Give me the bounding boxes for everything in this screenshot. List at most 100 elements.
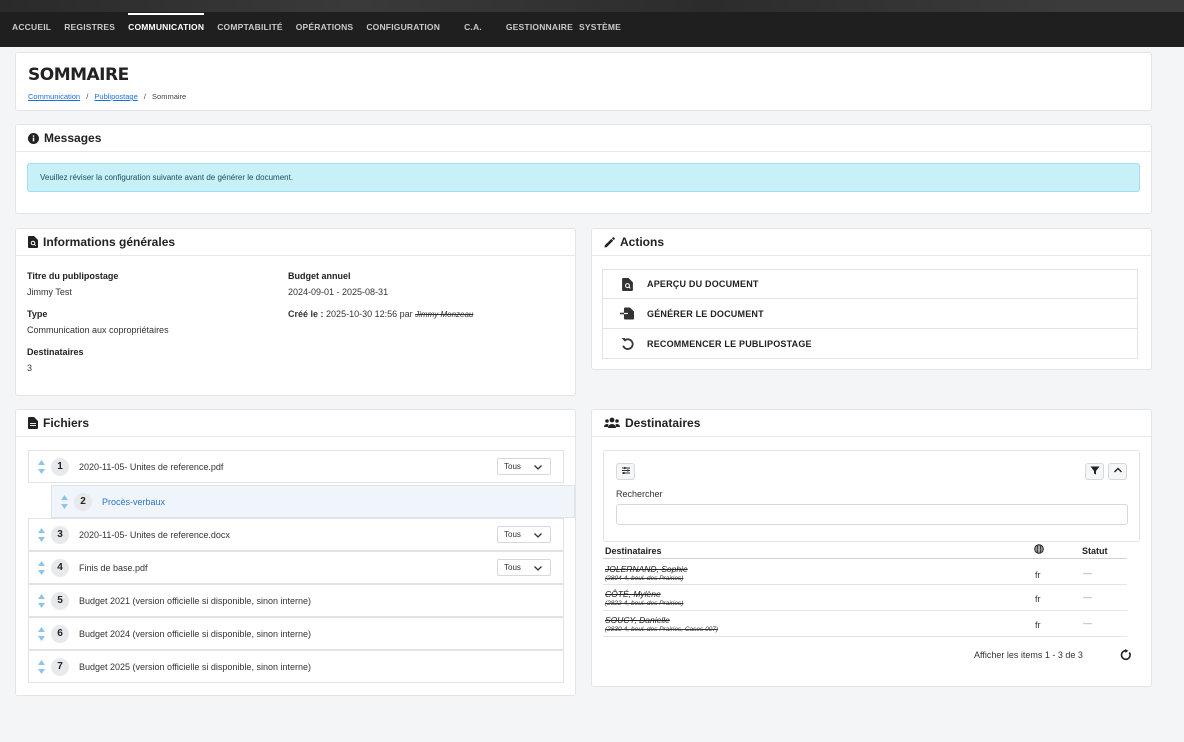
- sort-handle-icon[interactable]: [54, 494, 74, 510]
- recipient-unit: (2822-4, boul. des Prairies): [605, 600, 684, 607]
- file-order-badge: 4: [51, 558, 69, 577]
- file-order-badge: 1: [51, 457, 69, 476]
- audience-select[interactable]: Tous: [497, 526, 551, 543]
- filter-options-button[interactable]: [616, 463, 635, 480]
- audience-select-value: Tous: [504, 530, 521, 539]
- file-row[interactable]: 4 Finis de base.pdf Tous: [28, 551, 564, 584]
- chevron-down-icon: [533, 462, 543, 474]
- top-navbar: ACCUEIL REGISTRES COMMUNICATION COMPTABI…: [0, 0, 1184, 47]
- nav-configuration[interactable]: CONFIGURATION: [366, 22, 440, 42]
- recipient-name: JOLERNAND, Sophie: [605, 564, 688, 574]
- page-title: SOMMAIRE: [28, 65, 129, 85]
- file-name: Budget 2024 (version officielle si dispo…: [79, 628, 311, 639]
- clear-filter-button[interactable]: [1085, 463, 1104, 480]
- pencil-icon: [604, 236, 615, 248]
- sort-handle-icon[interactable]: [31, 593, 51, 609]
- title-value: Jimmy Test: [27, 287, 72, 297]
- file-order-badge: 7: [51, 657, 69, 676]
- file-icon: [28, 417, 38, 429]
- nav-gestionnaire[interactable]: GESTIONNAIRE: [506, 22, 573, 42]
- nav-systeme[interactable]: SYSTÈME: [579, 22, 621, 42]
- title-card: SOMMAIRE Communication / Publipostage / …: [15, 52, 1152, 111]
- actions-card: Actions APERÇU DU DOCUMENT GÉNÉRER LE DO…: [591, 228, 1152, 370]
- files-card: Fichiers 1 2020-11-05- Unites de referen…: [15, 409, 576, 696]
- sort-handle-icon[interactable]: [31, 626, 51, 642]
- file-row[interactable]: 7 Budget 2025 (version officielle si dis…: [28, 650, 564, 683]
- collapse-button[interactable]: [1108, 463, 1127, 480]
- general-info-card: Informations générales Titre du publipos…: [15, 228, 576, 396]
- breadcrumb-separator: /: [143, 92, 146, 101]
- type-label: Type: [27, 309, 48, 319]
- users-icon: [604, 417, 620, 429]
- actions-header: Actions: [592, 229, 1151, 256]
- audience-select-value: Tous: [504, 462, 521, 471]
- audience-select[interactable]: Tous: [497, 458, 551, 475]
- actions-title: Actions: [620, 235, 665, 249]
- search-input[interactable]: [616, 504, 1128, 525]
- file-order-badge: 3: [51, 525, 69, 544]
- breadcrumb-communication[interactable]: Communication: [28, 92, 80, 101]
- sort-handle-icon[interactable]: [31, 560, 51, 576]
- col-language-header[interactable]: [1034, 544, 1044, 556]
- chevron-up-icon: [1113, 466, 1123, 478]
- sort-handle-icon[interactable]: [31, 459, 51, 475]
- header-divider: [603, 558, 1127, 559]
- nav-accueil[interactable]: ACCUEIL: [12, 22, 51, 42]
- sort-handle-icon[interactable]: [31, 659, 51, 675]
- budget-value: 2024-09-01 - 2025-08-31: [288, 287, 389, 297]
- file-search-icon: [617, 277, 637, 291]
- row-divider: [603, 584, 1127, 585]
- nav-operations[interactable]: OPÉRATIONS: [296, 22, 354, 42]
- breadcrumb: Communication / Publipostage / Sommaire: [28, 92, 186, 101]
- file-row[interactable]: 5 Budget 2021 (version officielle si dis…: [28, 584, 564, 617]
- created-value: 2025-10-30 12:56 par: [326, 309, 413, 319]
- recipient-language: fr: [1035, 620, 1041, 630]
- file-import-icon: [617, 307, 637, 320]
- file-name: 2020-11-05- Unites de reference.pdf: [79, 461, 224, 472]
- preview-document-button[interactable]: APERÇU DU DOCUMENT: [602, 269, 1138, 299]
- audience-select[interactable]: Tous: [497, 559, 551, 576]
- file-row[interactable]: 1 2020-11-05- Unites de reference.pdf To…: [28, 450, 564, 483]
- file-order-badge: 5: [51, 591, 69, 610]
- nav-registres[interactable]: REGISTRES: [64, 22, 115, 42]
- undo-icon: [617, 337, 637, 350]
- file-row[interactable]: 6 Budget 2024 (version officielle si dis…: [28, 617, 564, 650]
- generate-document-label: GÉNÉRER LE DOCUMENT: [647, 308, 764, 319]
- restart-mailing-button[interactable]: RECOMMENCER LE PUBLIPOSTAGE: [602, 329, 1138, 359]
- breadcrumb-publipostage[interactable]: Publipostage: [94, 92, 137, 101]
- search-label: Rechercher: [616, 489, 663, 499]
- generate-document-button[interactable]: GÉNÉRER LE DOCUMENT: [602, 299, 1138, 329]
- chevron-down-icon: [533, 563, 543, 575]
- sliders-icon: [621, 466, 631, 478]
- budget-label: Budget annuel: [288, 271, 351, 281]
- refresh-icon[interactable]: [1120, 649, 1132, 664]
- recipient-language: fr: [1035, 594, 1041, 604]
- breadcrumb-separator: /: [86, 92, 89, 101]
- col-recipients-header[interactable]: Destinataires: [605, 546, 662, 556]
- created-by: Jimmy Monzeau: [415, 310, 474, 319]
- audience-select-value: Tous: [504, 563, 521, 572]
- row-divider: [603, 610, 1127, 611]
- filter-panel: Rechercher: [603, 450, 1140, 542]
- file-row[interactable]: 2 Procès-verbaux: [51, 485, 575, 518]
- nav-ca[interactable]: C.A.: [464, 22, 482, 42]
- file-row[interactable]: 3 2020-11-05- Unites de reference.docx T…: [28, 518, 564, 551]
- recipient-status: —: [1083, 618, 1092, 628]
- files-header: Fichiers: [16, 410, 575, 437]
- messages-card: Messages Veuillez réviser la configurati…: [15, 124, 1152, 214]
- globe-icon: [1034, 544, 1044, 556]
- recipient-name: SOUCY, Danielle: [605, 615, 670, 625]
- recipient-status: —: [1083, 592, 1092, 602]
- restart-mailing-label: RECOMMENCER LE PUBLIPOSTAGE: [647, 338, 812, 349]
- sort-handle-icon[interactable]: [31, 527, 51, 543]
- filter-icon: [1090, 466, 1100, 478]
- created-line: Créé le : 2025-10-30 12:56 par Jimmy Mon…: [288, 309, 473, 319]
- nav-comptabilite[interactable]: COMPTABILITÉ: [217, 22, 283, 42]
- col-status-header[interactable]: Statut: [1082, 546, 1108, 556]
- nav-communication[interactable]: COMMUNICATION: [128, 13, 205, 42]
- title-label: Titre du publipostage: [27, 271, 119, 281]
- type-value: Communication aux copropriétaires: [27, 325, 169, 335]
- info-circle-icon: [28, 132, 39, 144]
- pager-info: Afficher les items 1 - 3 de 3: [974, 650, 1083, 660]
- recipient-unit: (2804-4, boul. des Prairies): [605, 575, 684, 582]
